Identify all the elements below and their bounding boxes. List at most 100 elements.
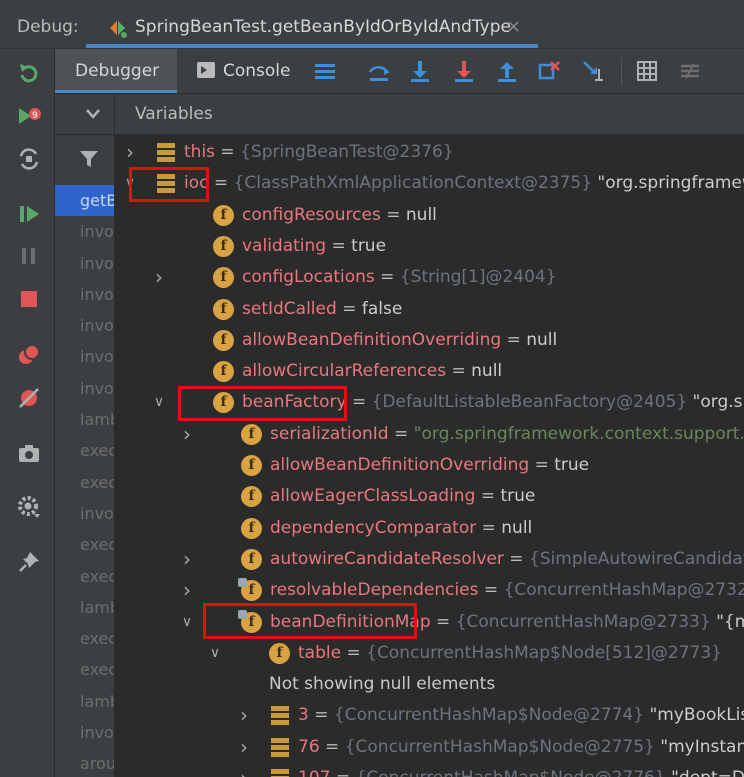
variable-name: beanFactory xyxy=(242,392,347,413)
equals-sign: = xyxy=(374,267,400,288)
variable-row[interactable]: ∨ f beanFactory = {DefaultListableBeanFact… xyxy=(115,387,744,418)
variable-name: allowBeanDefinitionOverriding xyxy=(242,329,502,350)
filter-icon[interactable] xyxy=(79,149,99,169)
view-breakpoints-icon[interactable] xyxy=(16,342,42,368)
expand-arrow-icon[interactable]: › xyxy=(236,700,252,731)
collapse-arrow-icon[interactable]: ∨ xyxy=(122,168,138,199)
equals-sign: = xyxy=(319,736,345,757)
collapse-arrow-icon[interactable]: ∨ xyxy=(151,387,167,418)
variable-reference: {DefaultListableBeanFactory@2405} xyxy=(371,392,688,413)
variable-row[interactable]: f dependencyComparator = null xyxy=(115,513,744,544)
stack-frame-item[interactable]: exec xyxy=(55,623,114,654)
field-icon: f xyxy=(241,548,262,570)
pin-icon[interactable] xyxy=(16,549,42,575)
step-over-icon[interactable] xyxy=(367,59,391,83)
tab-debugger[interactable]: Debugger xyxy=(55,49,177,93)
run-with-coverage-icon[interactable]: 9 xyxy=(16,104,42,130)
expand-arrow-icon[interactable]: › xyxy=(151,262,167,293)
variable-row[interactable]: f allowEagerClassLoading = true xyxy=(115,481,744,512)
stack-frame-item[interactable]: invo xyxy=(55,498,114,529)
field-icon: f xyxy=(238,578,262,602)
tab-console[interactable]: Console xyxy=(197,61,291,81)
variable-row[interactable]: › f serializationId = "org.springframework… xyxy=(115,419,744,450)
variable-row[interactable]: f setIdCalled = false xyxy=(115,294,744,325)
variable-row[interactable]: f allowBeanDefinitionOverriding = null xyxy=(115,325,744,356)
step-into-icon[interactable] xyxy=(408,59,432,83)
variable-value: false xyxy=(361,298,403,319)
variable-value: "myInstanceFactory xyxy=(660,736,744,757)
variable-row[interactable]: Not showing null elements xyxy=(115,669,744,700)
stack-frame-item[interactable]: invo xyxy=(55,341,114,372)
variable-row[interactable]: f validating = true xyxy=(115,231,744,262)
stack-frame-item[interactable]: exec xyxy=(55,529,114,560)
variable-row[interactable]: f allowBeanDefinitionOverriding = true xyxy=(115,450,744,481)
equals-sign: = xyxy=(501,329,527,350)
expand-arrow-icon[interactable]: › xyxy=(179,575,195,606)
stack-frame-item[interactable]: exec xyxy=(55,654,114,685)
expand-arrow-icon[interactable]: › xyxy=(179,544,195,575)
pause-program-icon[interactable] xyxy=(16,243,42,269)
trace-stream-icon[interactable] xyxy=(678,59,702,83)
expand-arrow-icon[interactable]: › xyxy=(236,763,252,777)
variable-row[interactable]: f configResources = null xyxy=(115,200,744,231)
variables-header: Variables xyxy=(115,94,744,134)
variable-row[interactable]: › f resolvableDependencies = {ConcurrentHa… xyxy=(115,575,744,606)
equals-sign: = xyxy=(388,423,414,444)
variable-row[interactable]: › 76 = {ConcurrentHashMap$Node@2775} "myI… xyxy=(115,732,744,763)
variable-row[interactable]: › f configLocations = {String[1]@2404} xyxy=(115,262,744,293)
force-step-into-icon[interactable] xyxy=(452,59,476,83)
resume-program-icon[interactable] xyxy=(16,201,42,227)
settings-gear-icon[interactable] xyxy=(16,494,42,520)
chevron-down-icon[interactable] xyxy=(85,107,101,121)
menu-lines-icon[interactable] xyxy=(313,59,337,83)
expand-arrow-icon[interactable]: › xyxy=(122,137,138,168)
field-icon: f xyxy=(213,361,234,383)
variable-row[interactable]: f allowCircularReferences = null xyxy=(115,356,744,387)
stack-frame-item[interactable]: invo xyxy=(55,216,114,247)
equals-sign: = xyxy=(330,768,355,777)
collapse-arrow-icon[interactable]: ∨ xyxy=(207,638,223,669)
debugger-tabs-bar: Debugger Console xyxy=(55,49,744,94)
evaluate-expression-icon[interactable] xyxy=(635,59,659,83)
session-tab[interactable]: SpringBeanTest.getBeanByIdOrByIdAndType … xyxy=(86,0,538,48)
variable-row[interactable]: › this = {SpringBeanTest@2376} xyxy=(115,137,744,168)
stack-frame-item[interactable]: exec xyxy=(55,435,114,466)
stack-frame-item[interactable]: lamb xyxy=(55,404,114,435)
variable-name: resolvableDependencies xyxy=(270,580,479,601)
variable-row[interactable]: ∨ f table = {ConcurrentHashMap$Node[512]@2… xyxy=(115,638,744,669)
stack-frame-item[interactable]: lamb xyxy=(55,592,114,623)
variable-reference: {ConcurrentHashMap@2732} xyxy=(503,580,744,601)
stack-frame-item[interactable]: exec xyxy=(55,467,114,498)
stack-frame-item[interactable]: arou xyxy=(55,748,114,777)
variable-row[interactable]: ∨ ioc = {ClassPathXmlApplicationContext@2… xyxy=(115,168,744,199)
run-to-cursor-icon[interactable] xyxy=(581,59,605,83)
variable-value: true xyxy=(500,486,536,507)
expand-arrow-icon[interactable]: › xyxy=(179,419,195,450)
variable-row[interactable]: › f autowireCandidateResolver = {SimpleAut… xyxy=(115,544,744,575)
drop-frame-icon[interactable] xyxy=(537,59,561,83)
stack-frame-item[interactable]: exec xyxy=(55,561,114,592)
stack-frame-item[interactable]: invo xyxy=(55,279,114,310)
stack-frame-item[interactable]: invo xyxy=(55,310,114,341)
debug-label: Debug: xyxy=(17,17,79,37)
stack-frame-item[interactable]: invo xyxy=(55,248,114,279)
expand-arrow-icon[interactable]: › xyxy=(236,732,252,763)
variable-icon xyxy=(271,737,289,757)
camera-icon[interactable] xyxy=(16,440,42,466)
rerun-icon[interactable] xyxy=(16,61,42,87)
step-out-icon[interactable] xyxy=(495,59,519,83)
stack-frame-item[interactable]: invo xyxy=(55,717,114,748)
toolbar-separator xyxy=(621,57,622,85)
stack-frame-item[interactable]: getB xyxy=(55,185,114,217)
restore-layout-icon[interactable] xyxy=(16,146,42,172)
variable-row[interactable]: ∨ f beanDefinitionMap = {ConcurrentHashMap… xyxy=(115,607,744,638)
variable-row[interactable]: › 3 = {ConcurrentHashMap$Node@2774} "myBo… xyxy=(115,700,744,731)
mute-breakpoints-icon[interactable] xyxy=(16,385,42,411)
stack-frame-item[interactable]: lamb xyxy=(55,686,114,717)
collapse-arrow-icon[interactable]: ∨ xyxy=(179,607,195,638)
variable-value: Not showing null elements xyxy=(269,674,496,695)
variable-row[interactable]: › 107 = {ConcurrentHashMap$Node@2776} "de… xyxy=(115,763,744,777)
stack-frame-item[interactable]: invo xyxy=(55,373,114,404)
close-icon[interactable]: × xyxy=(506,16,521,37)
stop-icon[interactable] xyxy=(16,286,42,312)
